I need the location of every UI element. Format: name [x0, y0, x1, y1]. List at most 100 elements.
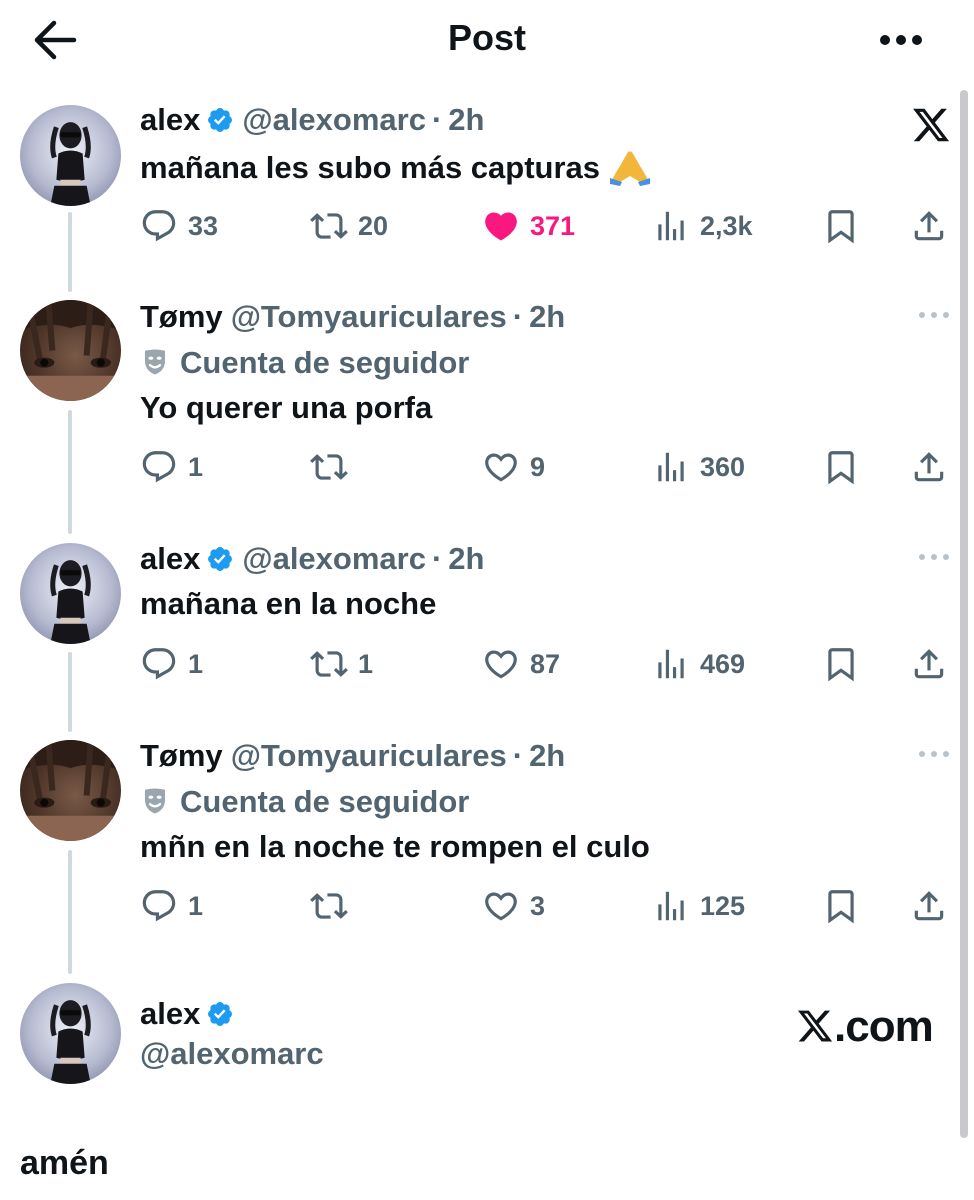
repost-icon [310, 645, 348, 683]
bookmark-button[interactable] [822, 642, 860, 686]
repost-button[interactable]: 20 [310, 204, 388, 248]
post-time[interactable]: 2h [529, 738, 565, 773]
author-handle[interactable]: @Tomyauriculares [231, 299, 507, 334]
reply-button[interactable]: 1 [140, 445, 203, 489]
action-bar: 33 20 371 2,3k [0, 204, 974, 248]
author-name[interactable]: alex [140, 102, 200, 137]
action-bar: 1 9 360 [0, 445, 974, 489]
repost-icon [310, 887, 348, 925]
reply-count: 1 [188, 648, 204, 679]
author-handle[interactable]: @alexomarc [242, 541, 426, 576]
author-name[interactable]: alex [140, 541, 200, 576]
post-header: alex @alexomarc · 2h [140, 100, 484, 140]
follower-account-label: Cuenta de seguidor [140, 782, 469, 822]
more-options-button[interactable] [872, 20, 930, 60]
view-count: 2,3k [700, 210, 753, 241]
views-icon [652, 887, 690, 925]
view-count: 360 [700, 451, 746, 482]
like-count: 3 [530, 890, 546, 921]
separator-dot: · [431, 541, 443, 576]
x-logo-icon [796, 1007, 834, 1045]
separator-dot: · [512, 299, 524, 334]
folded-hands-icon [610, 151, 651, 186]
repost-button[interactable]: 1 [310, 642, 373, 686]
reply-icon [140, 645, 178, 683]
share-button[interactable] [910, 445, 948, 489]
repost-button[interactable] [310, 445, 358, 489]
share-icon [910, 645, 948, 683]
author-handle[interactable]: @alexomarc [242, 102, 426, 137]
repost-count: 1 [358, 648, 374, 679]
post-text: mñn en la noche te rompen el culo [140, 829, 650, 864]
page-title: Post [447, 17, 526, 58]
view-count: 125 [700, 890, 746, 921]
view-count: 469 [700, 648, 746, 679]
author-name[interactable]: Tømy [140, 299, 223, 334]
reply-count: 1 [188, 451, 204, 482]
like-button[interactable]: 9 [482, 445, 545, 489]
share-icon [910, 887, 948, 925]
heart-filled-icon [482, 207, 520, 245]
views-icon [652, 448, 690, 486]
reply-button[interactable]: 1 [140, 642, 203, 686]
reply-button[interactable]: 1 [140, 884, 203, 928]
reply-count: 33 [188, 210, 219, 241]
like-count: 87 [530, 648, 561, 679]
follower-account-label: Cuenta de seguidor [140, 343, 469, 383]
bookmark-button[interactable] [822, 445, 860, 489]
more-options-icon[interactable] [916, 744, 952, 764]
post-text: Yo querer una porfa [140, 390, 433, 425]
heart-icon [482, 645, 520, 683]
like-button[interactable]: 3 [482, 884, 545, 928]
brand-suffix: .com [834, 1002, 934, 1051]
bookmark-button[interactable] [822, 204, 860, 248]
reply-icon [140, 207, 178, 245]
share-button[interactable] [910, 884, 948, 928]
views-button[interactable]: 360 [652, 445, 745, 489]
share-icon [910, 448, 948, 486]
more-options-icon[interactable] [916, 547, 952, 567]
heart-icon [482, 448, 520, 486]
post: alex @alexomarc · 2h mañana en la noche 1 1… [0, 539, 974, 699]
subline-text: Cuenta de seguidor [180, 784, 470, 819]
author-handle[interactable]: @Tomyauriculares [231, 738, 507, 773]
bookmark-button[interactable] [822, 884, 860, 928]
post: alex @alexomarc · 2h mañana les subo más ca… [0, 100, 974, 260]
reply-icon [140, 887, 178, 925]
card-name-text: alex [140, 996, 201, 1031]
mask-icon [140, 786, 170, 816]
like-button[interactable]: 371 [482, 204, 575, 248]
separator-dot: · [512, 738, 524, 773]
card-author-handle[interactable]: @alexomarc [140, 1034, 324, 1074]
like-button[interactable]: 87 [482, 642, 560, 686]
share-button[interactable] [910, 204, 948, 248]
action-bar: 1 3 125 [0, 884, 974, 928]
post-time[interactable]: 2h [448, 541, 484, 576]
views-button[interactable]: 2,3k [652, 204, 753, 248]
post-header: Tømy @Tomyauriculares · 2h [140, 736, 565, 776]
post-time[interactable]: 2h [529, 299, 565, 334]
like-count: 9 [530, 451, 546, 482]
post: Tømy @Tomyauriculares · 2h Cuenta de seguid… [0, 297, 974, 497]
bookmark-icon [822, 207, 860, 245]
bookmark-icon [822, 448, 860, 486]
views-button[interactable]: 125 [652, 884, 745, 928]
share-button[interactable] [910, 642, 948, 686]
x-com-watermark: .com [796, 1002, 934, 1052]
top-bar: Post [0, 0, 974, 82]
x-logo-icon[interactable] [910, 105, 952, 145]
author-card: alex @alexomarc .com [0, 994, 974, 1084]
reply-icon [140, 448, 178, 486]
bookmark-icon [822, 645, 860, 683]
views-button[interactable]: 469 [652, 642, 745, 686]
more-options-icon[interactable] [916, 305, 952, 325]
card-author-name[interactable]: alex [140, 994, 234, 1034]
author-name[interactable]: Tømy [140, 738, 223, 773]
repost-button[interactable] [310, 884, 358, 928]
reply-button[interactable]: 33 [140, 204, 218, 248]
repost-icon [310, 448, 348, 486]
post-time[interactable]: 2h [448, 102, 484, 137]
post-text-line: mañana les subo más capturas [140, 146, 652, 188]
post: Tømy @Tomyauriculares · 2h Cuenta de seguid… [0, 736, 974, 936]
post-header: alex @alexomarc · 2h [140, 539, 484, 579]
